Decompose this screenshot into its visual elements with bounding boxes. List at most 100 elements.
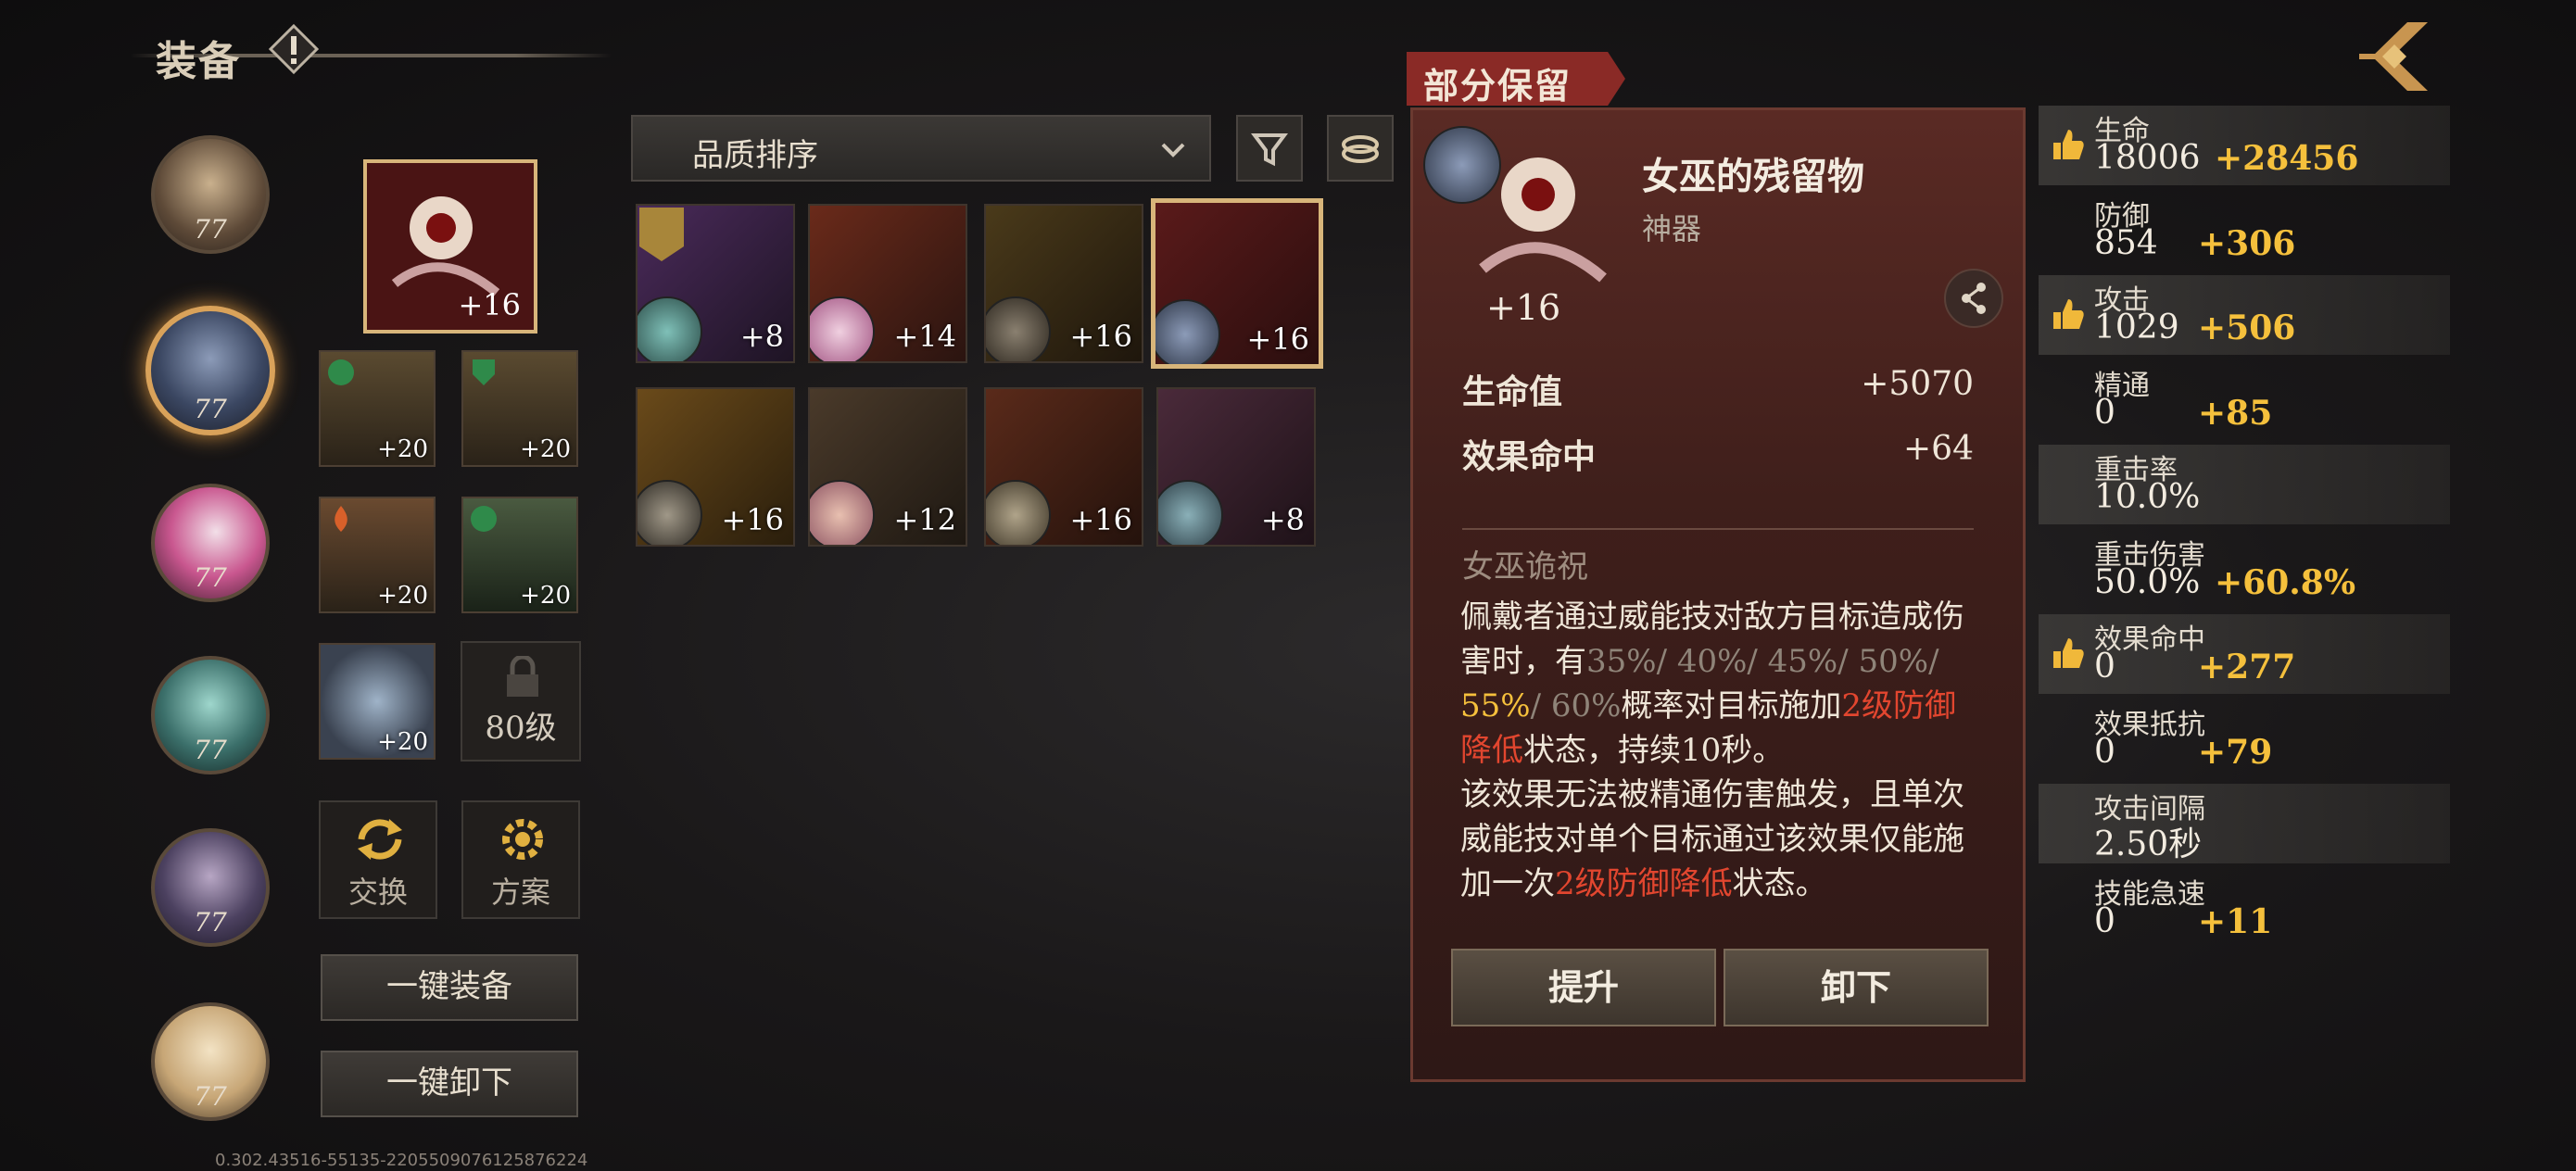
flame-badge-icon [335, 506, 347, 532]
inventory-item[interactable]: +12 [808, 387, 967, 547]
thumbs-up-icon [2053, 638, 2084, 668]
enhance-level: +16 [1069, 502, 1132, 537]
enhance-level: +20 [520, 582, 571, 610]
stat-row-8: 攻击间隔 2.50秒 [2039, 784, 2450, 863]
equipped-artifact-slot[interactable]: +16 [363, 159, 537, 334]
hero-level: 77 [194, 1081, 227, 1112]
owner-avatar [810, 480, 875, 545]
divider [1462, 528, 1974, 530]
plan-label: 方案 [490, 875, 550, 910]
inventory-item[interactable]: +8 [1156, 387, 1316, 547]
grade-badge-icon [328, 359, 354, 385]
inventory-item[interactable]: +16 [984, 204, 1143, 363]
stat-row-1: 防御 854 +306 [2039, 191, 2450, 271]
enhance-level: +16 [1069, 319, 1132, 354]
version-string: 0.302.43516-55135-2205509076125876224 [215, 1151, 588, 1170]
stat-bonus: +60.8% [2215, 562, 2356, 602]
enhance-level: +20 [377, 435, 428, 463]
exchange-button[interactable]: 交换 [319, 800, 437, 919]
equip-slot-staff[interactable]: +20 [461, 350, 578, 467]
stat-row-0: 生命 18006 +28456 [2039, 106, 2450, 185]
filter-button[interactable] [1236, 115, 1303, 182]
equip-slot-armor[interactable]: +20 [319, 350, 436, 467]
owner-avatar [986, 480, 1051, 545]
upgrade-button[interactable]: 提升 [1451, 949, 1716, 1026]
inventory-item[interactable]: +8 [636, 204, 795, 363]
stat-base: 10.0% [2094, 478, 2201, 516]
owner-avatar [638, 296, 702, 361]
enhance-level: +20 [377, 582, 428, 610]
inventory-item-selected[interactable]: +16 [1151, 198, 1323, 369]
desc-effect: 2级防御降低 [1555, 865, 1733, 902]
equip-slot-gloves[interactable]: +20 [461, 497, 578, 613]
hero-portrait-5[interactable]: 77 [151, 828, 270, 947]
filter-icon [1251, 133, 1288, 167]
enhance-level: +8 [1260, 502, 1305, 537]
exclamation-icon [268, 23, 320, 75]
stat-row-2: 攻击 1029 +506 [2039, 275, 2450, 355]
hero-level: 77 [194, 394, 227, 424]
unequip-button[interactable]: 卸下 [1724, 949, 1989, 1026]
hero-level: 77 [194, 735, 227, 765]
ring-icon [1342, 135, 1379, 163]
hero-level: 77 [194, 907, 227, 938]
stat-base: 0 [2094, 648, 2115, 686]
plan-button[interactable]: 方案 [461, 800, 580, 919]
detail-stat-row: 生命值 +5070 [1462, 365, 1974, 413]
stat-base: 18006 [2094, 139, 2201, 177]
share-icon [1962, 283, 1986, 314]
enhance-level: +8 [739, 319, 784, 354]
unequip-all-button[interactable]: 一键卸下 [321, 1051, 578, 1117]
stat-base: 0 [2094, 901, 2115, 940]
owner-avatar [1155, 299, 1220, 364]
equip-slot-chest[interactable]: +20 [319, 497, 436, 613]
exchange-icon [358, 819, 402, 860]
owner-avatar [810, 296, 875, 361]
desc-rate-current: 55% [1460, 687, 1531, 724]
skill-title: 女巫诡祝 [1462, 548, 1588, 586]
stat-value: +5070 [1861, 365, 1974, 403]
hero-level: 77 [194, 214, 227, 245]
chevron-down-icon [1161, 143, 1185, 157]
sort-dropdown[interactable]: 品质排序 [631, 115, 1211, 182]
desc-text: 状态，持续10秒。 [1523, 732, 1785, 769]
back-arrow-icon [2359, 22, 2428, 91]
equip-all-button[interactable]: 一键装备 [321, 954, 578, 1021]
back-button[interactable] [2354, 17, 2433, 96]
stat-bonus: +506 [2198, 308, 2296, 347]
stat-value: +64 [1903, 430, 1974, 468]
grade-badge-icon [471, 506, 497, 532]
inventory-item[interactable]: +14 [808, 204, 967, 363]
inventory-item[interactable]: +16 [636, 387, 795, 547]
stat-row-9: 技能急速 0 +11 [2039, 869, 2450, 949]
artifact-eye-icon [1479, 157, 1607, 283]
inventory-item[interactable]: +16 [984, 387, 1143, 547]
thumbs-up-icon [2053, 299, 2084, 329]
stat-base: 1029 [2094, 308, 2179, 346]
enhance-level: +20 [520, 435, 571, 463]
hero-portrait-4[interactable]: 77 [151, 656, 270, 774]
stat-base: 0 [2094, 393, 2115, 432]
desc-text: 状态。 [1732, 865, 1827, 902]
stat-label: 生命值 [1462, 372, 1563, 411]
share-button[interactable] [1944, 269, 2003, 328]
exchange-label: 交换 [347, 875, 408, 910]
desc-rate-list: 35%/ 40%/ 45%/ 50%/ [1586, 643, 1939, 680]
hero-level: 77 [194, 562, 227, 593]
hero-portrait-6[interactable]: 77 [151, 1002, 270, 1121]
stat-bonus: +28456 [2215, 139, 2359, 178]
stat-base: 2.50秒 [2094, 825, 2203, 863]
equip-slot-gem[interactable]: +20 [319, 643, 436, 760]
owner-avatar [1158, 480, 1223, 545]
ring-filter-button[interactable] [1327, 115, 1394, 182]
enhance-level: +12 [893, 502, 956, 537]
info-button[interactable] [268, 23, 320, 75]
hero-portrait-3[interactable]: 77 [151, 484, 270, 602]
hero-portrait-2[interactable]: 77 [145, 306, 275, 435]
stat-bonus: +79 [2198, 732, 2273, 772]
unlock-level-label: 80级 [485, 710, 557, 747]
stat-bonus: +11 [2198, 901, 2273, 941]
hero-portrait-1[interactable]: 77 [151, 135, 270, 254]
enhance-level: +20 [377, 728, 428, 756]
partial-retain-tag: 部分保留 [1407, 52, 1625, 106]
